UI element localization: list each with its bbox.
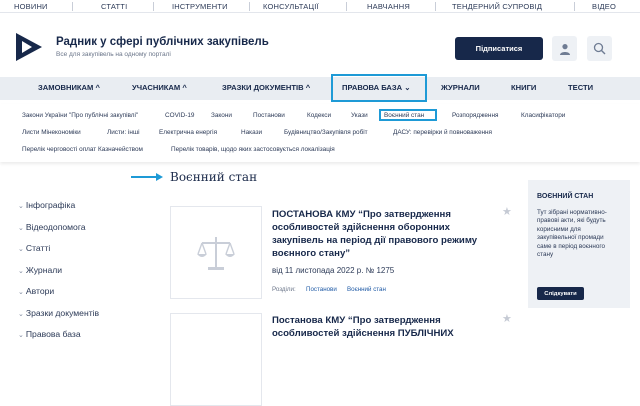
- sidebar-item-infographics[interactable]: ⌄ Інфографіка: [18, 200, 75, 210]
- submenu-laws[interactable]: Закони: [211, 112, 232, 119]
- nav-journals[interactable]: ЖУРНАЛИ: [441, 83, 480, 92]
- sidebar-item-legal-base[interactable]: ⌄ Правова база: [18, 329, 81, 339]
- favorite-star-icon[interactable]: ★: [502, 205, 512, 218]
- search-button[interactable]: [587, 36, 612, 61]
- info-box-heading: ВОЄННИЙ СТАН: [537, 193, 594, 200]
- search-icon: [593, 42, 606, 55]
- submenu-orders-nakazy[interactable]: Накази: [241, 129, 262, 136]
- sidebar-item-authors[interactable]: ⌄ Автори: [18, 286, 54, 296]
- topbar-link-articles[interactable]: СТАТТІ: [101, 2, 127, 11]
- main-nav: ЗАМОВНИКАМ ^ УЧАСНИКАМ ^ ЗРАЗКИ ДОКУМЕНТ…: [0, 77, 640, 100]
- nav-customers[interactable]: ЗАМОВНИКАМ ^: [38, 83, 100, 92]
- sidebar-item-document-samples[interactable]: ⌄ Зразки документів: [18, 308, 99, 318]
- card-sections-label: Розділи:: [272, 286, 296, 293]
- topbar-link-tools[interactable]: ІНСТРУМЕНТИ: [172, 2, 228, 11]
- favorite-star-icon[interactable]: ★: [502, 312, 512, 325]
- submenu-resolutions[interactable]: Постанови: [253, 112, 285, 119]
- scales-icon: [197, 236, 235, 270]
- submenu-classifiers[interactable]: Класифікатори: [521, 112, 565, 119]
- submenu-covid[interactable]: COVID-19: [165, 112, 194, 119]
- submenu-orders[interactable]: Розпорядження: [452, 112, 498, 119]
- topbar-link-news[interactable]: НОВИНИ: [14, 2, 48, 11]
- follow-button[interactable]: Слідкувати: [537, 287, 584, 300]
- user-button[interactable]: [552, 36, 577, 61]
- topbar-link-training[interactable]: НАВЧАННЯ: [367, 2, 410, 11]
- card-thumbnail[interactable]: [170, 313, 262, 406]
- submenu-construction[interactable]: Будівництво/Закупівля робіт: [284, 129, 368, 136]
- card-section-link-resolutions[interactable]: Постанови: [306, 286, 337, 293]
- top-bar: НОВИНИ СТАТТІ ІНСТРУМЕНТИ КОНСУЛЬТАЦІЇ Н…: [0, 0, 640, 13]
- topbar-link-tender-support[interactable]: ТЕНДЕРНИЙ СУПРОВІД: [452, 2, 542, 11]
- sidebar-item-video-help[interactable]: ⌄ Відеодопомога: [18, 222, 86, 232]
- page-title: Воєнний стан: [170, 170, 258, 184]
- submenu-law-public-procurement[interactable]: Закони України "Про публічні закупівлі": [22, 112, 138, 119]
- submenu-ministry-letters[interactable]: Листи Мінекономіки: [22, 129, 81, 136]
- submenu-other-letters[interactable]: Листи: інші: [107, 129, 140, 136]
- sidebar-item-journals[interactable]: ⌄ Журнали: [18, 265, 62, 275]
- topbar-link-video[interactable]: ВІДЕО: [592, 2, 616, 11]
- subscribe-button[interactable]: Підписатися: [455, 37, 543, 60]
- nav-document-samples[interactable]: ЗРАЗКИ ДОКУМЕНТІВ ^: [222, 83, 310, 92]
- nav-books[interactable]: КНИГИ: [511, 83, 536, 92]
- card-title[interactable]: ПОСТАНОВА КМУ “Про затвердження особливо…: [272, 208, 492, 260]
- sidebar-item-articles[interactable]: ⌄ Статті: [18, 243, 50, 253]
- nav-tests[interactable]: ТЕСТИ: [568, 83, 593, 92]
- submenu-treasury-payments[interactable]: Перелік черговості оплат Казначейством: [22, 146, 143, 153]
- submenu-electricity[interactable]: Електрична енергія: [159, 129, 217, 136]
- card-date: від 11 листопада 2022 р. № 1275: [272, 266, 395, 275]
- arrow-right-icon: [131, 173, 163, 181]
- submenu-dasu[interactable]: ДАСУ: перевірки й повноваження: [393, 129, 492, 136]
- topbar-link-consultations[interactable]: КОНСУЛЬТАЦІЇ: [263, 2, 319, 11]
- user-icon: [559, 43, 570, 55]
- site-logo[interactable]: [14, 32, 44, 62]
- nav-participants[interactable]: УЧАСНИКАМ ^: [132, 83, 187, 92]
- info-box-text: Тут зібрані нормативно-правові акти, які…: [537, 209, 607, 259]
- legal-base-submenu: Закони України "Про публічні закупівлі" …: [0, 104, 640, 162]
- brand-title[interactable]: Радник у сфері публічних закупівель: [56, 36, 269, 48]
- card-thumbnail[interactable]: [170, 206, 262, 299]
- legal-base-highlight: [331, 74, 427, 102]
- brand-subtitle: Все для закупівель на одному порталі: [56, 51, 171, 58]
- card-section-link-martial-law[interactable]: Воєнний стан: [347, 286, 386, 293]
- martial-law-info-box: ВОЄННИЙ СТАН Тут зібрані нормативно-прав…: [528, 180, 630, 308]
- martial-law-highlight: [379, 109, 437, 121]
- submenu-codes[interactable]: Кодекси: [307, 112, 331, 119]
- submenu-localization-goods[interactable]: Перелік товарів, щодо яких застосовуєтьс…: [171, 146, 335, 153]
- card-title[interactable]: Постанова КМУ “Про затвердження особливо…: [272, 314, 492, 340]
- submenu-decrees[interactable]: Укази: [351, 112, 368, 119]
